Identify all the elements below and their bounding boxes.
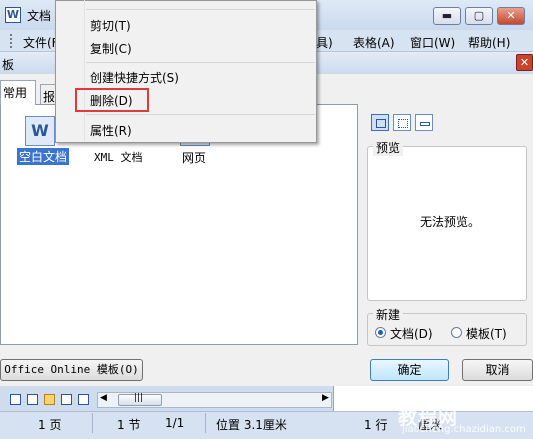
ctx-item-create-shortcut[interactable]: 创建快捷方式(S)	[90, 69, 179, 86]
preview-legend: 预览	[373, 139, 404, 156]
preview-empty-text: 无法预览。	[420, 215, 481, 229]
status-page-of: 1/1	[165, 416, 185, 430]
menu-help[interactable]: 帮助(H)	[468, 34, 510, 51]
word-app-icon: W	[5, 7, 21, 23]
status-separator	[205, 413, 206, 433]
close-window-button[interactable]: ✕	[497, 7, 525, 25]
ctx-item-cut[interactable]: 剪切(T)	[90, 17, 131, 34]
maximize-button[interactable]: ▢	[465, 7, 493, 25]
radio-template[interactable]	[451, 327, 462, 338]
ctx-item-properties[interactable]: 属性(R)	[90, 122, 132, 139]
window-title: 文档	[27, 9, 52, 23]
create-new-legend: 新建	[373, 306, 404, 323]
context-menu-gutter	[84, 0, 85, 142]
menu-tools[interactable]: 具)	[316, 34, 333, 51]
blank-document-icon[interactable]: W	[25, 116, 55, 146]
scroll-right-arrow[interactable]: ▶	[322, 393, 329, 403]
status-line: 1 行	[364, 418, 388, 432]
template-blank-document[interactable]: 空白文档	[17, 148, 70, 165]
dialog-close-button[interactable]: ✕	[516, 54, 533, 71]
ctx-item-copy[interactable]: 复制(C)	[90, 40, 132, 57]
template-xml-document[interactable]: XML 文档	[94, 149, 143, 165]
radio-template-label[interactable]: 模板(T)	[466, 325, 507, 342]
radio-document-label[interactable]: 文档(D)	[390, 325, 433, 342]
minimize-button[interactable]: ▬	[433, 7, 461, 25]
status-page: 1 页	[38, 418, 62, 432]
outline-view-icon[interactable]	[61, 394, 72, 405]
menu-window[interactable]: 窗口(W)	[410, 34, 455, 51]
ok-button[interactable]: 确定	[370, 359, 449, 381]
context-menu-separator	[86, 114, 315, 115]
delete-highlight-box	[75, 88, 149, 112]
normal-view-icon[interactable]	[10, 394, 21, 405]
scrollbar-grip: |||	[134, 393, 144, 403]
scroll-left-arrow[interactable]: ◀	[100, 393, 107, 403]
print-layout-icon[interactable]	[44, 394, 55, 405]
reading-layout-icon[interactable]	[78, 394, 89, 405]
menu-file[interactable]: 文件(F	[23, 34, 59, 51]
context-menu-separator	[86, 62, 315, 63]
large-icons-view-button[interactable]	[371, 114, 389, 131]
menu-table[interactable]: 表格(A)	[353, 34, 395, 51]
office-online-templates-button[interactable]: Office Online 模板(O)	[0, 359, 143, 381]
details-view-button[interactable]	[415, 114, 433, 131]
radio-document[interactable]	[375, 327, 386, 338]
status-separator	[92, 413, 93, 433]
list-view-button[interactable]	[393, 114, 411, 131]
status-position: 位置 3.1厘米	[216, 418, 287, 432]
dialog-title: 板	[2, 58, 15, 72]
watermark-url: jiaocheng.chazidian.com	[402, 424, 526, 435]
cancel-button[interactable]: 取消	[462, 359, 533, 381]
toolbar-grip	[10, 34, 12, 48]
context-menu-separator	[86, 9, 315, 10]
web-layout-icon[interactable]	[27, 394, 38, 405]
tab-common[interactable]: 常用	[0, 80, 36, 105]
status-section: 1 节	[117, 418, 141, 432]
template-web-page[interactable]: 网页	[182, 149, 206, 166]
